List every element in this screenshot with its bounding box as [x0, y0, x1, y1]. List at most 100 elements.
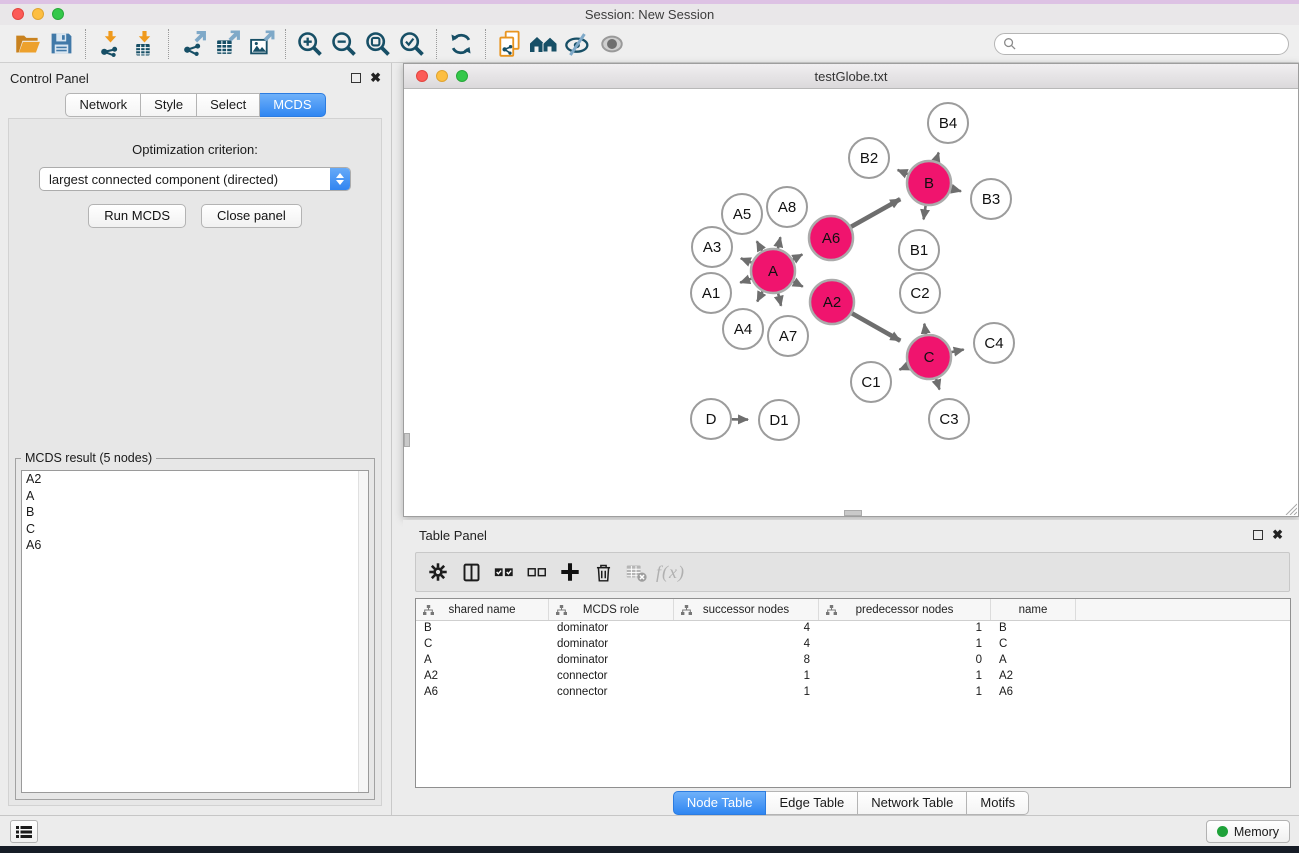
- cell-MCDS-role[interactable]: connector: [549, 685, 674, 701]
- zoom-out-icon[interactable]: [327, 28, 361, 60]
- node-A3[interactable]: A3: [692, 227, 732, 267]
- column-header-predecessor-nodes[interactable]: predecessor nodes: [819, 599, 991, 620]
- maximize-window-button[interactable]: [52, 8, 64, 20]
- table-tab-node-table[interactable]: Node Table: [673, 791, 767, 815]
- table-options-gear-icon[interactable]: [425, 559, 451, 585]
- node-C3[interactable]: C3: [929, 399, 969, 439]
- cell-name[interactable]: A2: [991, 669, 1076, 685]
- result-item-c[interactable]: C: [22, 521, 368, 538]
- cell-MCDS-role[interactable]: dominator: [549, 621, 674, 637]
- network-maximize-button[interactable]: [456, 70, 468, 82]
- zoom-selected-icon[interactable]: [395, 28, 429, 60]
- edge-A-A8[interactable]: [778, 237, 780, 248]
- edge-C-C4[interactable]: [951, 350, 963, 353]
- result-item-a6[interactable]: A6: [22, 537, 368, 554]
- deselect-all-checkboxes-icon[interactable]: [524, 559, 550, 585]
- cell-predecessor-nodes[interactable]: 1: [819, 685, 991, 701]
- float-table-panel-icon[interactable]: [1253, 530, 1263, 540]
- node-C2[interactable]: C2: [900, 273, 940, 313]
- search-input[interactable]: [1021, 37, 1280, 51]
- edge-A-A1[interactable]: [740, 279, 751, 283]
- hide-graphics-details-icon[interactable]: [561, 28, 595, 60]
- node-A7[interactable]: A7: [768, 316, 808, 356]
- show-home-networks-icon[interactable]: [527, 28, 561, 60]
- horizontal-scroll-thumb[interactable]: [844, 510, 862, 516]
- table-row[interactable]: A6connector11A6: [416, 685, 1290, 701]
- show-graphics-details-icon[interactable]: [595, 28, 629, 60]
- search-box[interactable]: [994, 33, 1289, 55]
- cell-shared-name[interactable]: C: [416, 637, 549, 653]
- create-column-icon[interactable]: [557, 559, 583, 585]
- table-tab-motifs[interactable]: Motifs: [967, 791, 1029, 815]
- import-table-icon[interactable]: [127, 28, 161, 60]
- node-D[interactable]: D: [691, 399, 731, 439]
- edge-A-A2[interactable]: [793, 282, 802, 287]
- apply-layout-icon[interactable]: [444, 28, 478, 60]
- edge-C-C1[interactable]: [899, 366, 907, 370]
- edge-B-B1[interactable]: [924, 206, 926, 220]
- cell-name[interactable]: B: [991, 621, 1076, 637]
- cell-MCDS-role[interactable]: dominator: [549, 653, 674, 669]
- cell-predecessor-nodes[interactable]: 0: [819, 653, 991, 669]
- close-window-button[interactable]: [12, 8, 24, 20]
- node-D1[interactable]: D1: [759, 400, 799, 440]
- minimize-window-button[interactable]: [32, 8, 44, 20]
- node-B3[interactable]: B3: [971, 179, 1011, 219]
- edge-C-C3[interactable]: [936, 379, 939, 390]
- cell-predecessor-nodes[interactable]: 1: [819, 637, 991, 653]
- table-row[interactable]: Bdominator41B: [416, 621, 1290, 637]
- export-table-icon[interactable]: [210, 28, 244, 60]
- edge-A6-B[interactable]: [851, 199, 900, 227]
- result-item-a[interactable]: A: [22, 488, 368, 505]
- node-A8[interactable]: A8: [767, 187, 807, 227]
- cell-MCDS-role[interactable]: connector: [549, 669, 674, 685]
- node-A4[interactable]: A4: [723, 309, 763, 349]
- tab-mcds[interactable]: MCDS: [260, 93, 325, 117]
- edge-A-A6[interactable]: [793, 254, 802, 259]
- cell-predecessor-nodes[interactable]: 1: [819, 669, 991, 685]
- node-A2[interactable]: A2: [810, 280, 854, 324]
- table-row[interactable]: A2connector11A2: [416, 669, 1290, 685]
- cell-name[interactable]: A: [991, 653, 1076, 669]
- column-header-name[interactable]: name: [991, 599, 1076, 620]
- cell-shared-name[interactable]: B: [416, 621, 549, 637]
- result-list-scrollbar[interactable]: [358, 471, 368, 792]
- node-A6[interactable]: A6: [809, 216, 853, 260]
- edge-A-A4[interactable]: [757, 291, 762, 301]
- column-header-MCDS-role[interactable]: MCDS role: [549, 599, 674, 620]
- edge-A-A7[interactable]: [778, 293, 781, 305]
- float-panel-icon[interactable]: [351, 73, 361, 83]
- close-table-panel-icon[interactable]: ✖: [1272, 530, 1283, 540]
- node-A[interactable]: A: [751, 249, 795, 293]
- node-table[interactable]: shared nameMCDS rolesuccessor nodesprede…: [415, 598, 1291, 788]
- cell-successor-nodes[interactable]: 4: [674, 637, 819, 653]
- memory-button[interactable]: Memory: [1206, 820, 1290, 843]
- column-header-successor-nodes[interactable]: successor nodes: [674, 599, 819, 620]
- edge-B-B2[interactable]: [898, 170, 908, 174]
- zoom-in-icon[interactable]: [293, 28, 327, 60]
- delete-columns-icon[interactable]: [590, 559, 616, 585]
- edge-A-A5[interactable]: [757, 241, 762, 251]
- close-panel-icon[interactable]: ✖: [370, 73, 381, 83]
- edge-C-C2[interactable]: [924, 324, 925, 335]
- duplicate-network-icon[interactable]: [493, 28, 527, 60]
- edge-A2-C[interactable]: [852, 313, 900, 340]
- table-tab-network-table[interactable]: Network Table: [858, 791, 967, 815]
- cell-predecessor-nodes[interactable]: 1: [819, 621, 991, 637]
- node-A1[interactable]: A1: [691, 273, 731, 313]
- resize-grip[interactable]: [1283, 501, 1297, 515]
- select-all-checkboxes-icon[interactable]: [491, 559, 517, 585]
- network-close-button[interactable]: [416, 70, 428, 82]
- cell-shared-name[interactable]: A6: [416, 685, 549, 701]
- result-item-b[interactable]: B: [22, 504, 368, 521]
- export-image-icon[interactable]: [244, 28, 278, 60]
- cell-successor-nodes[interactable]: 1: [674, 669, 819, 685]
- tab-select[interactable]: Select: [197, 93, 260, 117]
- tab-network[interactable]: Network: [65, 93, 141, 117]
- vertical-scroll-thumb[interactable]: [404, 433, 410, 447]
- edge-B-B4[interactable]: [936, 153, 939, 162]
- table-row[interactable]: Adominator80A: [416, 653, 1290, 669]
- node-C[interactable]: C: [907, 335, 951, 379]
- close-panel-button[interactable]: Close panel: [201, 204, 302, 228]
- node-A5[interactable]: A5: [722, 194, 762, 234]
